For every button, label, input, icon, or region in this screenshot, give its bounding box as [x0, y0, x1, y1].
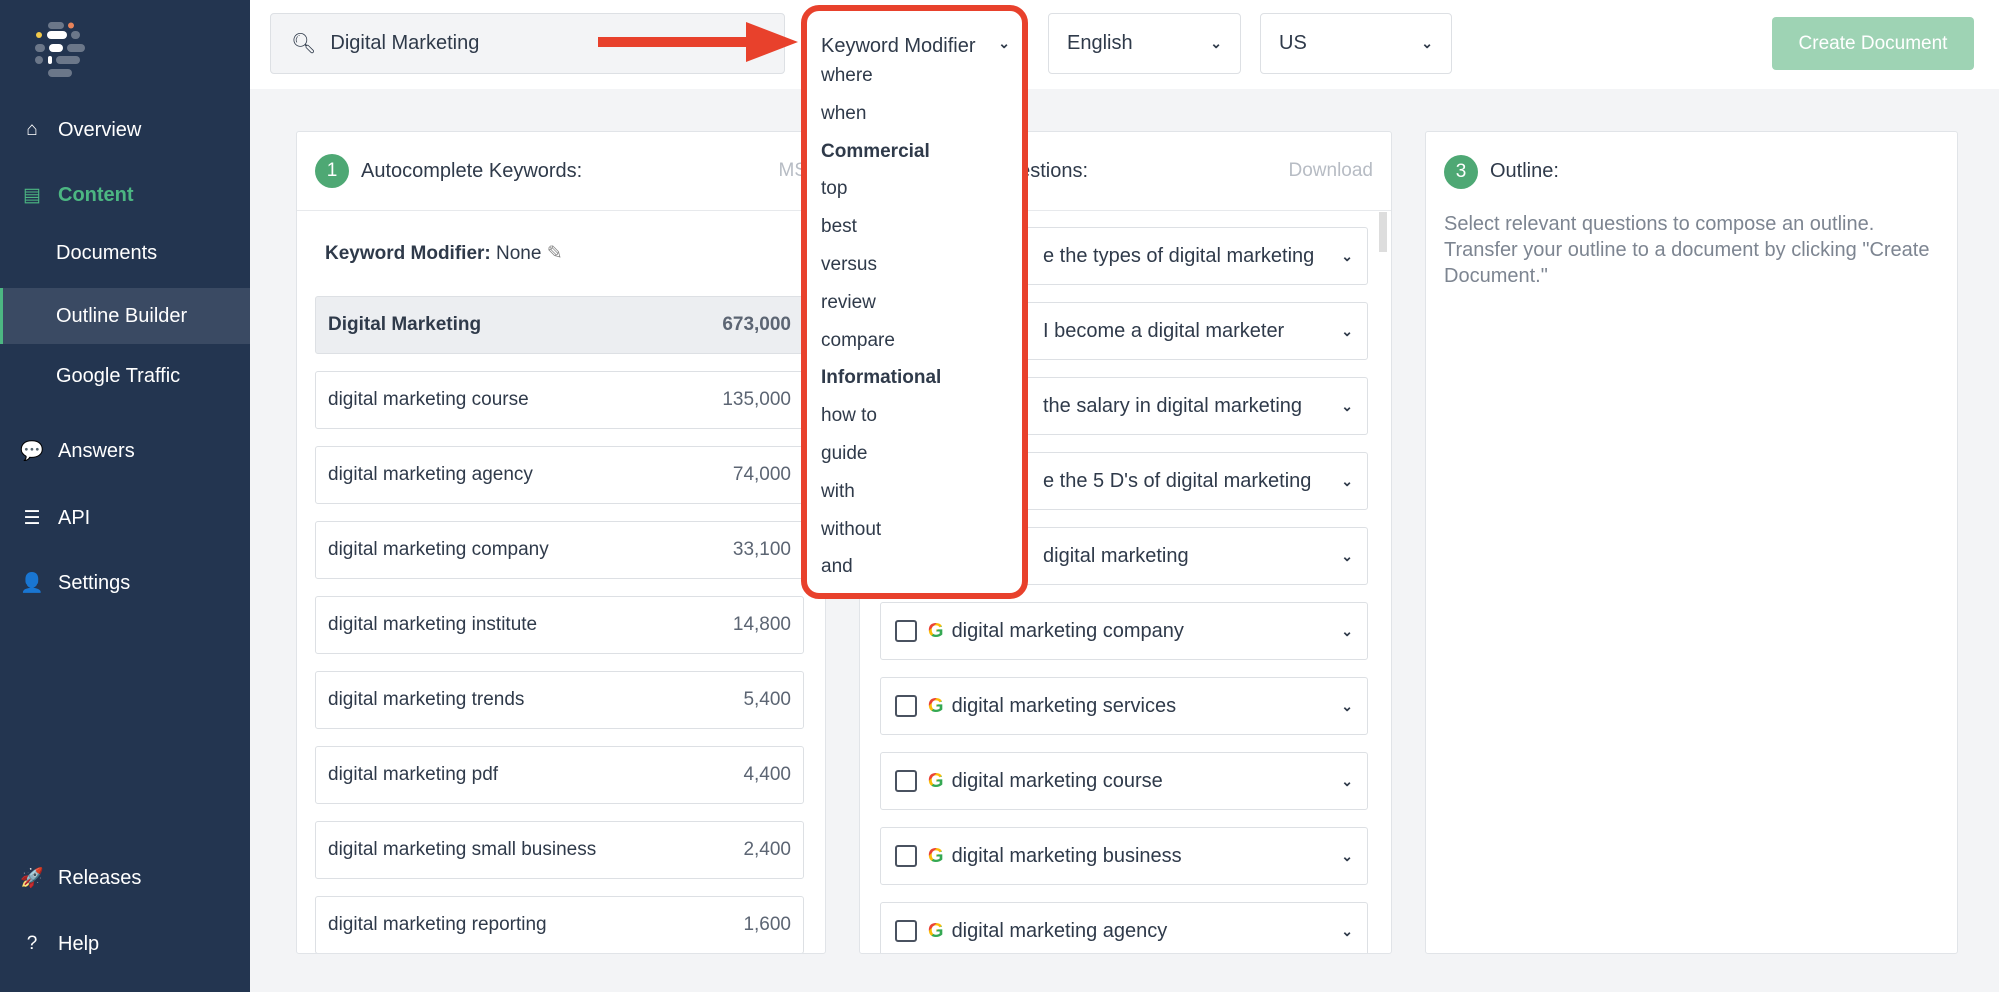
dropdown-option[interactable]: top: [821, 178, 847, 200]
dropdown-option[interactable]: best: [821, 216, 857, 238]
document-icon: ▤: [23, 184, 41, 206]
step-badge: 1: [315, 154, 349, 188]
rocket-icon: 🚀: [20, 868, 44, 889]
panel-title: Outline:: [1490, 160, 1559, 182]
home-icon: ⌂: [26, 119, 38, 140]
chevron-down-icon: ⌄: [998, 35, 1010, 51]
sidebar-item-documents[interactable]: Documents: [0, 233, 250, 273]
question-row[interactable]: Gdigital marketing services ⌄: [880, 677, 1368, 735]
chevron-down-icon: ⌄: [1210, 35, 1222, 51]
sidebar-item-api[interactable]: ☰ API: [0, 498, 250, 538]
sidebar-item-content[interactable]: ▤ Content: [0, 175, 250, 215]
chevron-down-icon[interactable]: ⌄: [1341, 548, 1353, 565]
sidebar-item-google-traffic[interactable]: Google Traffic: [0, 356, 250, 396]
dropdown-option[interactable]: with: [821, 481, 855, 503]
google-icon: G: [928, 844, 944, 867]
search-icon: 🔍︎: [291, 33, 317, 55]
keyword-row[interactable]: Digital Marketing 673,000: [315, 296, 804, 354]
language-select[interactable]: English ⌄: [1048, 13, 1241, 74]
sidebar-item-releases[interactable]: 🚀 Releases: [0, 858, 250, 898]
sidebar: ⌂ Overview ▤ Content Documents Outline Bui…: [0, 0, 250, 992]
chevron-down-icon[interactable]: ⌄: [1341, 398, 1353, 415]
dropdown-option[interactable]: review: [821, 292, 876, 314]
chevron-down-icon[interactable]: ⌄: [1341, 323, 1353, 340]
google-icon: G: [928, 619, 944, 642]
chevron-down-icon[interactable]: ⌄: [1341, 848, 1353, 865]
app-logo[interactable]: [34, 20, 90, 80]
checkbox[interactable]: [895, 770, 917, 792]
sidebar-item-outline-builder[interactable]: Outline Builder: [0, 288, 250, 344]
panel-title: Autocomplete Keywords:: [361, 159, 583, 182]
question-row[interactable]: Gdigital marketing agency ⌄: [880, 902, 1368, 953]
chevron-down-icon[interactable]: ⌄: [1341, 623, 1353, 640]
chevron-down-icon[interactable]: ⌄: [1341, 773, 1353, 790]
outline-instructions: Select relevant questions to compose an …: [1444, 213, 1930, 287]
keyword-row[interactable]: digital marketing small business 2,400: [315, 821, 804, 879]
keyword-modifier-select[interactable]: Keyword Modifier ⌄: [821, 35, 1010, 58]
dropdown-option[interactable]: compare: [821, 330, 895, 352]
create-document-button[interactable]: Create Document: [1772, 17, 1974, 70]
chevron-down-icon[interactable]: ⌄: [1341, 473, 1353, 490]
dropdown-option[interactable]: when: [821, 103, 866, 125]
dropdown-option[interactable]: where: [821, 65, 873, 87]
download-link[interactable]: Download: [1289, 160, 1374, 182]
keyword-row[interactable]: digital marketing company 33,100: [315, 521, 804, 579]
dropdown-option[interactable]: guide: [821, 443, 868, 465]
checkbox[interactable]: [895, 695, 917, 717]
keyword-row[interactable]: digital marketing trends 5,400: [315, 671, 804, 729]
checkbox[interactable]: [895, 845, 917, 867]
keyword-row[interactable]: digital marketing reporting 1,600: [315, 896, 804, 953]
keyword-row[interactable]: digital marketing institute 14,800: [315, 596, 804, 654]
keyword-row[interactable]: digital marketing course 135,000: [315, 371, 804, 429]
dropdown-option[interactable]: without: [821, 519, 881, 541]
dropdown-option[interactable]: and: [821, 556, 853, 578]
chat-icon: 💬: [20, 441, 44, 462]
autocomplete-keywords-panel: 1 Autocomplete Keywords: MS Keyword Modifi…: [296, 131, 826, 954]
help-icon: ?: [26, 933, 38, 954]
keyword-modifier-status: Keyword Modifier: None ✎: [325, 243, 563, 264]
sidebar-item-settings[interactable]: 👤 Settings: [0, 563, 250, 603]
dropdown-group-header: Commercial: [821, 140, 930, 162]
pencil-icon[interactable]: ✎: [547, 243, 563, 264]
chevron-down-icon[interactable]: ⌄: [1341, 923, 1353, 940]
dropdown-option[interactable]: how to: [821, 405, 877, 427]
country-select[interactable]: US ⌄: [1260, 13, 1452, 74]
question-row[interactable]: Gdigital marketing course ⌄: [880, 752, 1368, 810]
google-icon: G: [928, 694, 944, 717]
question-row[interactable]: Gdigital marketing company ⌄: [880, 602, 1368, 660]
outline-panel: 3 Outline: Select relevant questions to c…: [1425, 131, 1958, 954]
server-icon: ☰: [23, 507, 41, 529]
chevron-down-icon[interactable]: ⌄: [1341, 248, 1353, 265]
sidebar-item-overview[interactable]: ⌂ Overview: [0, 110, 250, 150]
sidebar-item-answers[interactable]: 💬 Answers: [0, 431, 250, 471]
dropdown-group-header: Informational: [821, 367, 942, 389]
dropdown-option[interactable]: versus: [821, 254, 877, 276]
scrollbar[interactable]: [1379, 212, 1387, 252]
google-icon: G: [928, 919, 944, 942]
chevron-down-icon: ⌄: [1421, 35, 1433, 51]
user-icon: 👤: [20, 573, 44, 594]
keyword-modifier-dropdown[interactable]: Keyword Modifier ⌄ where when Commercial top…: [801, 5, 1028, 599]
annotation-arrow-icon: [598, 22, 798, 62]
keyword-row[interactable]: digital marketing agency 74,000: [315, 446, 804, 504]
checkbox[interactable]: [895, 920, 917, 942]
question-row[interactable]: Gdigital marketing business ⌄: [880, 827, 1368, 885]
google-icon: G: [928, 769, 944, 792]
chevron-down-icon[interactable]: ⌄: [1341, 698, 1353, 715]
checkbox[interactable]: [895, 620, 917, 642]
sidebar-item-help[interactable]: ? Help: [0, 924, 250, 964]
step-badge: 3: [1444, 154, 1478, 189]
keyword-row[interactable]: digital marketing pdf 4,400: [315, 746, 804, 804]
